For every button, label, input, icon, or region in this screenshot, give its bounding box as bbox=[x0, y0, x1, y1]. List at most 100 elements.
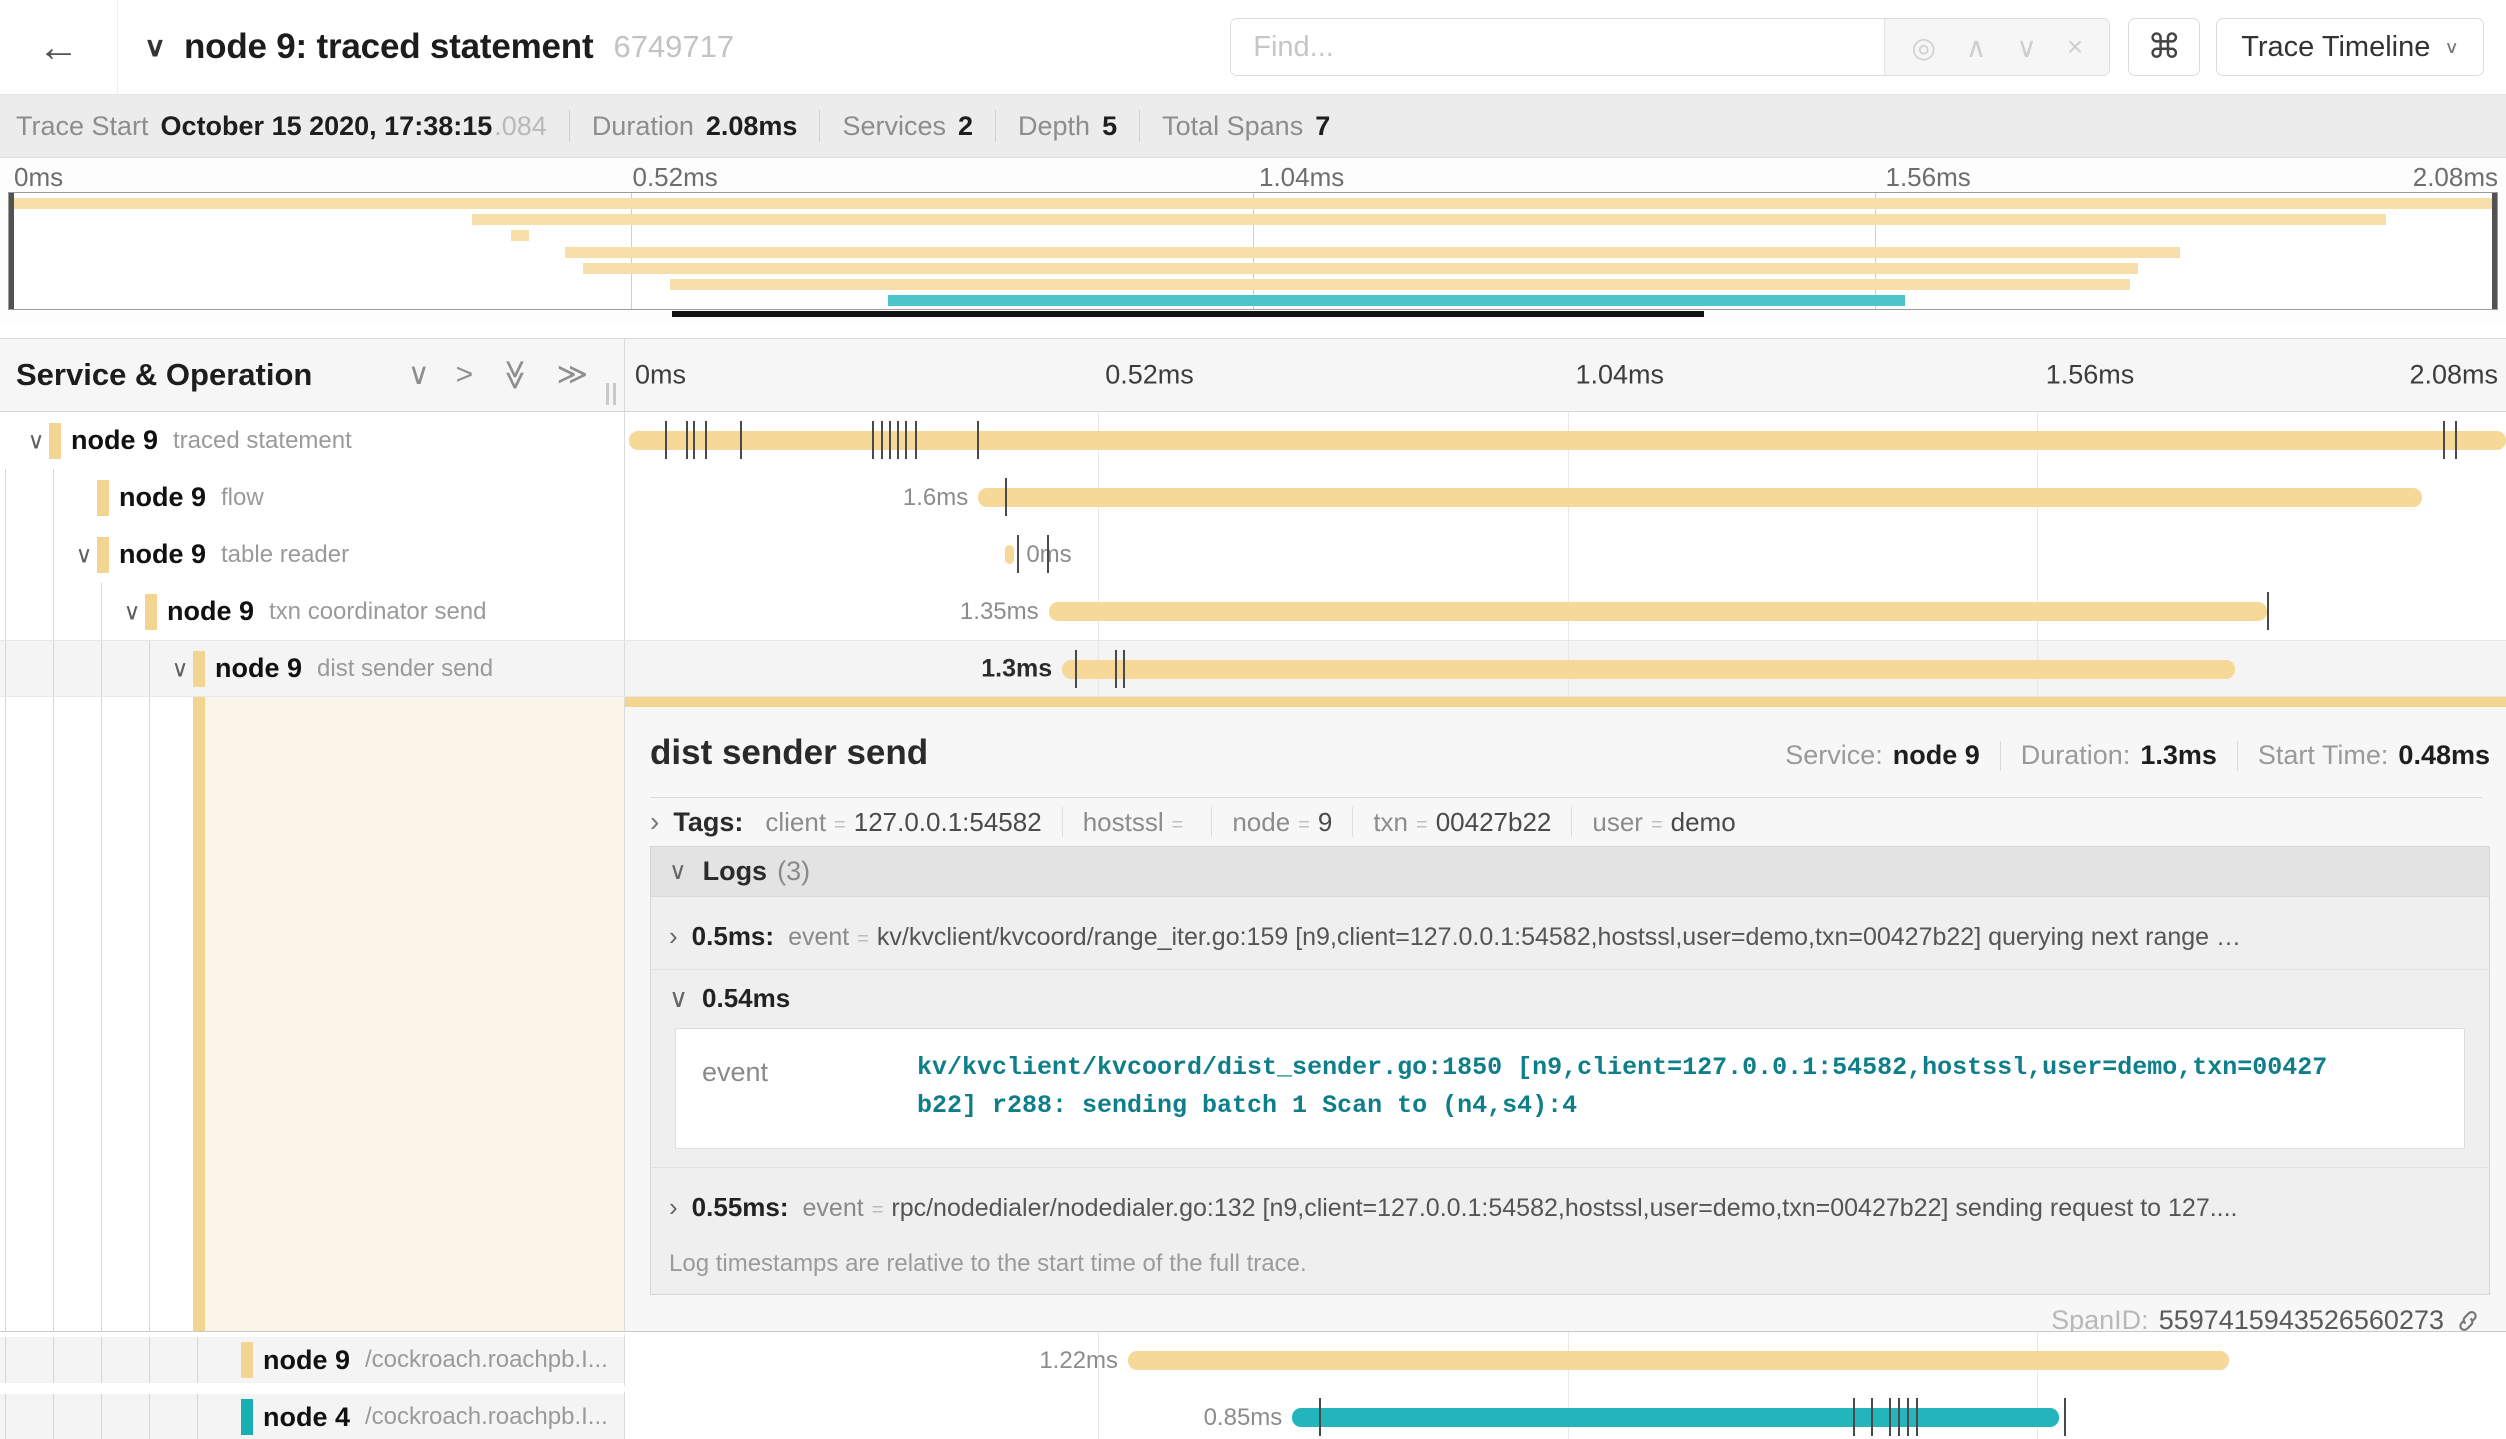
keyboard-shortcuts-button[interactable]: ⌘ bbox=[2128, 18, 2200, 76]
ruler-time-label: 1.04ms bbox=[1576, 360, 1665, 391]
span-row[interactable]: ∨node 9table reader0ms bbox=[0, 526, 2506, 583]
summary-separator bbox=[995, 110, 996, 142]
span-timeline-area: 1.3ms bbox=[629, 641, 2506, 696]
log-marker-tick bbox=[2064, 1398, 2066, 1436]
tag-key: node bbox=[1232, 807, 1290, 838]
minimap-span-bar bbox=[9, 198, 2497, 209]
span-tree-cell[interactable]: ∨node 9table reader bbox=[0, 526, 625, 583]
ruler-time-label: 0.52ms bbox=[1105, 360, 1194, 391]
jaeger-trace-timeline-page: ← ∨ node 9: traced statement 6749717 ◎ ∧… bbox=[0, 0, 2506, 1439]
collapse-controls: ∨ > ≫ ≫ bbox=[408, 360, 588, 390]
expand-all-icon[interactable]: ≫ bbox=[500, 359, 530, 390]
timeline-ruler: 0ms0.52ms1.04ms1.56ms2.08ms bbox=[625, 339, 2506, 411]
service-color-block bbox=[97, 480, 109, 516]
span-labels: node 9dist sender send bbox=[215, 641, 493, 696]
span-duration-bar[interactable] bbox=[1062, 660, 2235, 679]
tree-chevron-icon[interactable]: ∨ bbox=[168, 655, 192, 682]
span-tree-cell[interactable]: ∨node 9txn coordinator send bbox=[0, 583, 625, 640]
log-entry-toggle[interactable]: ›0.5ms:event=kv/kvclient/kvcoord/range_i… bbox=[669, 897, 2471, 969]
duration-value: 1.3ms bbox=[2140, 740, 2217, 771]
span-tree-cell[interactable]: node 9flow bbox=[0, 469, 625, 526]
collapse-one-icon[interactable]: > bbox=[456, 360, 474, 390]
span-timeline-area bbox=[629, 412, 2506, 469]
operation-name: traced statement bbox=[173, 427, 352, 455]
clear-find-icon[interactable]: × bbox=[2067, 31, 2083, 63]
span-duration-bar[interactable] bbox=[978, 488, 2422, 507]
minimap-scroll-indicator[interactable] bbox=[672, 311, 1704, 317]
log-entry-toggle[interactable]: ›0.55ms:event=rpc/nodedialer/nodedialer.… bbox=[669, 1168, 2471, 1240]
span-labels: node 9traced statement bbox=[71, 412, 352, 469]
logs-footnote: Log timestamps are relative to the start… bbox=[651, 1240, 2489, 1294]
log-marker-tick bbox=[1005, 478, 1007, 516]
detail-cream-fill bbox=[205, 697, 624, 1331]
tree-chevron-icon[interactable]: ∨ bbox=[120, 598, 144, 625]
span-tree-cell[interactable]: ∨ node 9dist sender send bbox=[0, 641, 625, 696]
service-label: Service: bbox=[1785, 740, 1883, 771]
tree-depth-guide bbox=[5, 583, 6, 640]
minimap-time-label: 1.56ms bbox=[1886, 162, 1971, 193]
minimap-left-scrubber[interactable] bbox=[9, 193, 14, 309]
tree-chevron-icon[interactable]: ∨ bbox=[72, 541, 96, 568]
title-collapse-icon[interactable]: ∨ bbox=[144, 31, 166, 63]
meta-separator bbox=[2237, 741, 2238, 771]
span-row[interactable]: node 9/cockroach.roachpb.I... 1.22ms bbox=[0, 1332, 2506, 1389]
trace-view-dropdown[interactable]: Trace Timeline ∨ bbox=[2216, 18, 2484, 76]
tag-value: demo bbox=[1671, 807, 1736, 838]
summary-item: Trace StartOctober 15 2020, 17:38:15.084 bbox=[16, 111, 547, 142]
span-duration-bar[interactable] bbox=[1049, 602, 2267, 621]
column-resizer-handle[interactable] bbox=[606, 383, 616, 405]
tree-depth-guide bbox=[101, 583, 102, 640]
span-row[interactable]: node 9flow1.6ms bbox=[0, 469, 2506, 526]
span-tree-cell[interactable]: ∨ node 9traced statement bbox=[0, 412, 625, 469]
service-name: node 9 bbox=[119, 539, 206, 570]
span-duration-bar[interactable] bbox=[1128, 1351, 2229, 1370]
ruler-time-label: 0ms bbox=[635, 360, 686, 391]
collapse-all-icon[interactable]: ≫ bbox=[557, 360, 588, 390]
span-row[interactable]: node 4/cockroach.roachpb.I...0.85ms bbox=[0, 1389, 2506, 1439]
tree-depth-guide bbox=[5, 1337, 6, 1383]
span-duration-bar[interactable] bbox=[1005, 545, 1014, 564]
minimap-canvas[interactable] bbox=[8, 192, 2498, 310]
span-tree-cell[interactable]: node 4/cockroach.roachpb.I... bbox=[0, 1389, 625, 1439]
back-button[interactable]: ← bbox=[0, 0, 118, 94]
minimap-right-scrubber[interactable] bbox=[2492, 193, 2497, 309]
start-time-label: Start Time: bbox=[2258, 740, 2389, 771]
logs-toggle-header[interactable]: ∨ Logs (3) bbox=[651, 847, 2489, 897]
summary-separator bbox=[819, 110, 820, 142]
expand-one-icon[interactable]: ∨ bbox=[408, 360, 430, 390]
span-row[interactable]: ∨ node 9dist sender send 1.3ms bbox=[0, 640, 2506, 697]
timeline-gridline bbox=[1098, 526, 1099, 583]
log-marker-tick bbox=[897, 421, 899, 459]
find-tools: ◎ ∧ ∨ × bbox=[1884, 19, 2109, 75]
tag-equals: = bbox=[1172, 814, 1184, 837]
tag-separator bbox=[1211, 807, 1212, 837]
minimap-time-label: 0.52ms bbox=[633, 162, 718, 193]
next-match-icon[interactable]: ∨ bbox=[2016, 31, 2037, 64]
span-duration-bar[interactable] bbox=[629, 431, 2506, 450]
log-field-value: kv/kvclient/kvcoord/range_iter.go:159 [n… bbox=[877, 923, 2241, 952]
span-name: dist sender send bbox=[650, 733, 1785, 773]
logs-title: Logs bbox=[703, 856, 768, 887]
ruler-time-label: 2.08ms bbox=[2409, 360, 2498, 391]
log-marker-tick bbox=[881, 421, 883, 459]
span-labels: node 4/cockroach.roachpb.I... bbox=[263, 1394, 608, 1439]
prev-match-icon[interactable]: ∧ bbox=[1966, 31, 1987, 64]
locate-icon[interactable]: ◎ bbox=[1911, 31, 1935, 64]
tag-key: user bbox=[1592, 807, 1643, 838]
span-row[interactable]: ∨ node 9traced statement bbox=[0, 412, 2506, 469]
tags-toggle-row[interactable]: › Tags: client=127.0.0.1:54582hostssl=no… bbox=[650, 806, 2490, 838]
tree-chevron-icon[interactable]: ∨ bbox=[24, 427, 48, 454]
span-duration-bar[interactable] bbox=[1292, 1408, 2059, 1427]
span-labels: node 9flow bbox=[119, 469, 264, 526]
tree-depth-guide bbox=[101, 697, 102, 1331]
span-row[interactable]: ∨node 9txn coordinator send1.35ms bbox=[0, 583, 2506, 640]
tag-equals: = bbox=[834, 814, 846, 837]
span-duration-label: 1.22ms bbox=[1039, 1347, 1118, 1375]
span-tree-cell[interactable]: node 9/cockroach.roachpb.I... bbox=[0, 1332, 625, 1389]
tag-equals: = bbox=[1416, 814, 1428, 837]
link-icon[interactable] bbox=[2454, 1307, 2482, 1335]
service-color-block bbox=[193, 651, 205, 687]
find-input[interactable] bbox=[1231, 19, 1884, 75]
span-detail-panel: dist sender send Service: node 9 Duratio… bbox=[625, 697, 2506, 1331]
log-entry-toggle[interactable]: ∨0.54ms bbox=[669, 970, 2471, 1026]
